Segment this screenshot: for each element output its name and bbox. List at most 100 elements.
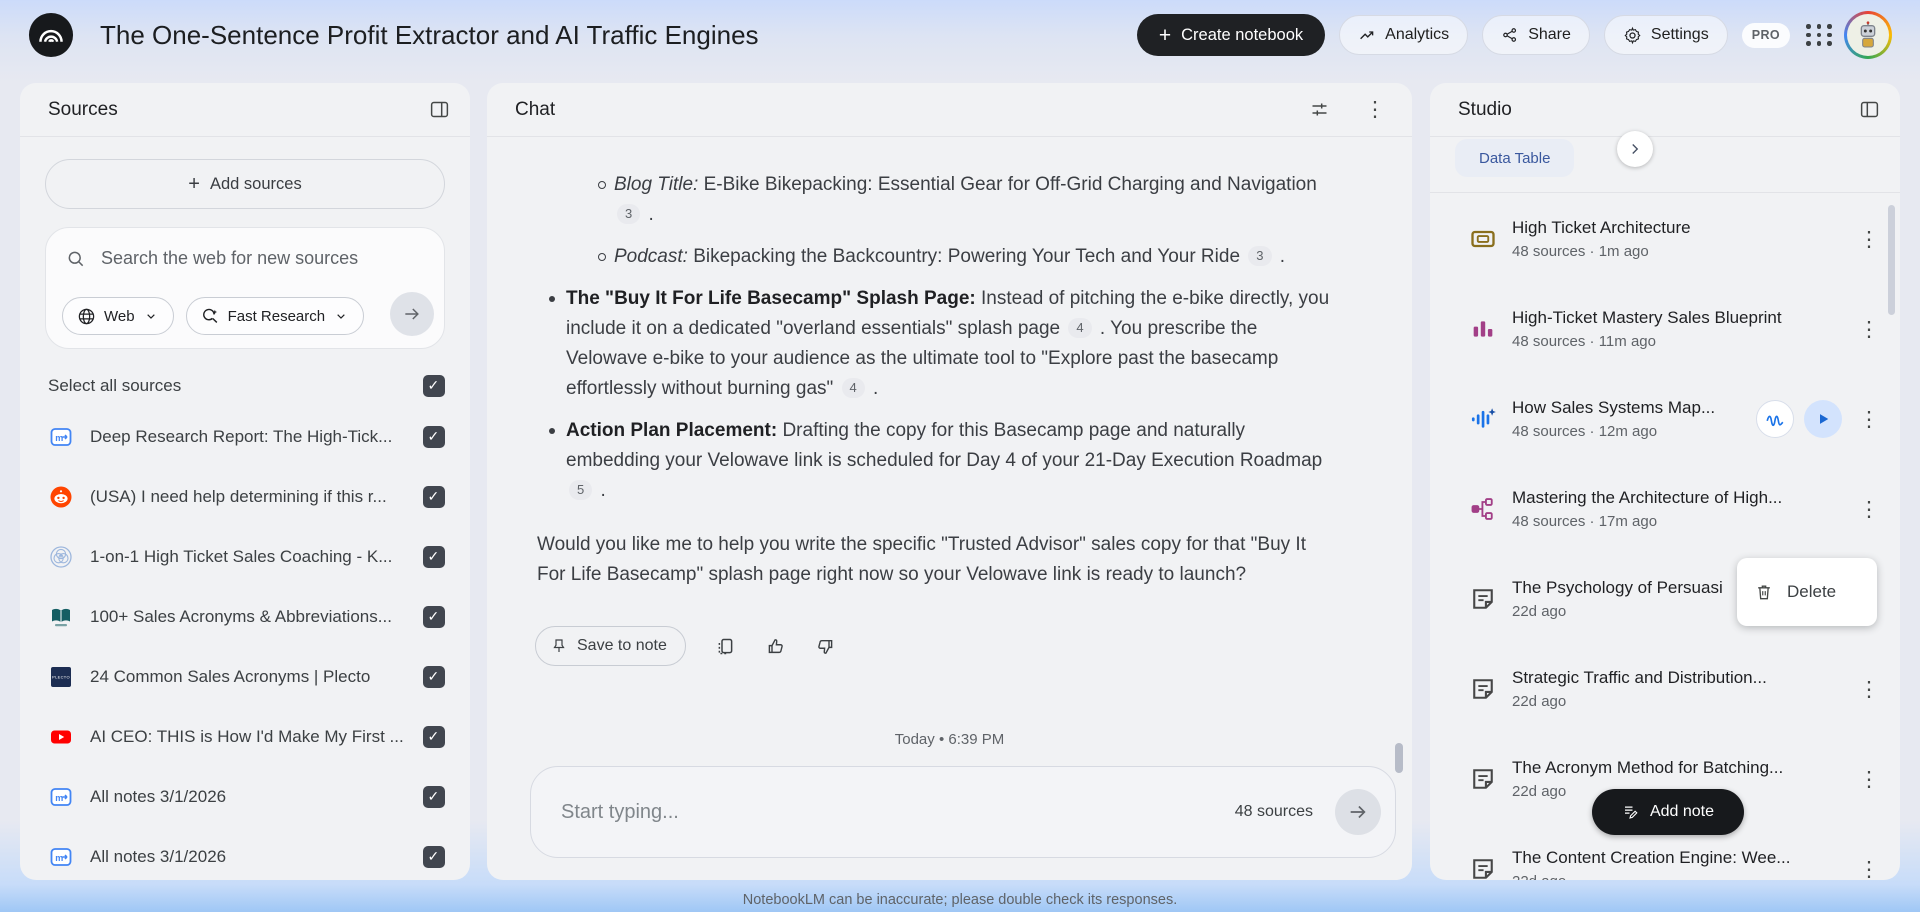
studio-item-text: High-Ticket Mastery Sales Blueprint 48 so… bbox=[1512, 308, 1782, 350]
delete-menu-item[interactable]: Delete bbox=[1737, 558, 1877, 626]
more-options-icon[interactable]: ⋮ bbox=[1852, 769, 1886, 790]
note-icon bbox=[1466, 672, 1500, 706]
source-checkbox[interactable] bbox=[423, 726, 445, 748]
message-text: E-Bike Bikepacking: Essential Gear for O… bbox=[698, 174, 1317, 195]
studio-item[interactable]: High-Ticket Mastery Sales Blueprint 48 so… bbox=[1430, 284, 1900, 374]
source-row[interactable]: AI CEO: THIS is How I'd Make My First ..… bbox=[20, 707, 470, 767]
citation-chip[interactable]: 3 bbox=[617, 204, 641, 224]
studio-item-meta: 22d ago bbox=[1512, 693, 1567, 710]
research-mode-dropdown[interactable]: Fast Research bbox=[185, 297, 365, 335]
studio-item-title: How Sales Systems Map... bbox=[1512, 398, 1716, 417]
chat-more-options-icon[interactable]: ⋮ bbox=[1358, 99, 1392, 120]
share-button[interactable]: Share bbox=[1482, 15, 1590, 55]
more-options-icon[interactable]: ⋮ bbox=[1852, 229, 1886, 250]
source-checkbox[interactable] bbox=[423, 786, 445, 808]
copy-icon[interactable] bbox=[715, 636, 736, 657]
studio-item-title: The Acronym Method for Batching... bbox=[1512, 758, 1784, 777]
thumbs-up-icon[interactable] bbox=[765, 636, 786, 657]
gdoc-icon: m bbox=[48, 424, 74, 450]
session-timestamp: Today • 6:39 PM bbox=[894, 731, 1005, 748]
add-note-button[interactable]: Add note bbox=[1592, 789, 1744, 835]
google-apps-grid-icon[interactable] bbox=[1804, 22, 1832, 48]
more-options-icon[interactable]: ⋮ bbox=[1852, 859, 1886, 880]
more-options-icon[interactable]: ⋮ bbox=[1852, 679, 1886, 700]
disclaimer: NotebookLM can be inaccurate; please dou… bbox=[742, 892, 1178, 908]
source-title: (USA) I need help determining if this r.… bbox=[90, 487, 387, 506]
source-checkbox[interactable] bbox=[423, 666, 445, 688]
plus-icon: + bbox=[1158, 23, 1172, 47]
share-icon bbox=[1501, 26, 1519, 44]
send-button[interactable] bbox=[1335, 789, 1381, 835]
bold-text: The "Buy It For Life Basecamp" Splash Pa… bbox=[566, 288, 976, 309]
studio-item[interactable]: How Sales Systems Map... 48 sources · 12m… bbox=[1430, 374, 1900, 464]
citation-chip[interactable]: 5 bbox=[569, 480, 593, 500]
add-sources-button[interactable]: + Add sources bbox=[45, 159, 445, 209]
more-options-icon[interactable]: ⋮ bbox=[1852, 409, 1886, 430]
play-audio-button[interactable] bbox=[1804, 400, 1842, 438]
audio-icon bbox=[1466, 402, 1500, 436]
chevron-right-icon bbox=[1626, 140, 1644, 158]
studio-item-meta: 48 sources · 1m ago bbox=[1512, 243, 1649, 260]
studio-item[interactable]: Strategic Traffic and Distribution... 22d… bbox=[1430, 644, 1900, 734]
source-row[interactable]: m Deep Research Report: The High-Tick... bbox=[20, 407, 470, 467]
source-checkbox[interactable] bbox=[423, 546, 445, 568]
bullet-marker bbox=[549, 428, 555, 434]
expand-studio-panel-icon[interactable] bbox=[1859, 99, 1880, 120]
source-row[interactable]: 100+ Sales Acronyms & Abbreviations... bbox=[20, 587, 470, 647]
source-list: m Deep Research Report: The High-Tick... (… bbox=[20, 407, 470, 880]
collapse-sources-panel-icon[interactable] bbox=[429, 99, 450, 120]
studio-item-text: High Ticket Architecture 48 sources · 1m … bbox=[1512, 218, 1691, 260]
studio-chip-row: Data Table bbox=[1430, 131, 1900, 193]
book-icon bbox=[48, 604, 74, 630]
thumbs-down-icon[interactable] bbox=[815, 636, 836, 657]
message-text: . bbox=[595, 480, 606, 501]
analytics-button[interactable]: Analytics bbox=[1339, 15, 1469, 55]
source-row[interactable]: 1-on-1 High Ticket Sales Coaching - K... bbox=[20, 527, 470, 587]
bullet-marker bbox=[598, 180, 606, 189]
studio-item[interactable]: Mastering the Architecture of High... 48 … bbox=[1430, 464, 1900, 554]
source-row[interactable]: PLECTO 24 Common Sales Acronyms | Plecto bbox=[20, 647, 470, 707]
data-table-chip[interactable]: Data Table bbox=[1455, 139, 1575, 177]
more-options-icon[interactable]: ⋮ bbox=[1852, 499, 1886, 520]
bullet-marker bbox=[598, 252, 606, 261]
chat-input[interactable] bbox=[561, 800, 1235, 824]
chat-scrollbar[interactable] bbox=[1395, 743, 1403, 773]
save-to-note-button[interactable]: Save to note bbox=[535, 626, 686, 666]
studio-scrollbar[interactable] bbox=[1888, 205, 1895, 315]
citation-chip[interactable]: 3 bbox=[1248, 246, 1272, 266]
create-notebook-button[interactable]: + Create notebook bbox=[1136, 14, 1326, 56]
source-row[interactable]: (USA) I need help determining if this r.… bbox=[20, 467, 470, 527]
source-title: 24 Common Sales Acronyms | Plecto bbox=[90, 667, 371, 686]
web-filter-dropdown[interactable]: Web bbox=[62, 297, 174, 335]
studio-item[interactable]: High Ticket Architecture 48 sources · 1m … bbox=[1430, 194, 1900, 284]
citation-chip[interactable]: 4 bbox=[1068, 318, 1092, 338]
source-row[interactable]: m All notes 3/1/2026 bbox=[20, 767, 470, 827]
select-all-checkbox[interactable] bbox=[423, 375, 445, 397]
source-checkbox[interactable] bbox=[423, 846, 445, 868]
avatar[interactable] bbox=[1844, 11, 1892, 59]
more-options-icon[interactable]: ⋮ bbox=[1852, 319, 1886, 340]
web-search-card: Web Fast Research bbox=[45, 227, 445, 349]
notebooklm-logo-icon[interactable] bbox=[28, 12, 74, 58]
italic-text: Podcast: bbox=[614, 246, 688, 267]
source-checkbox[interactable] bbox=[423, 426, 445, 448]
search-submit-button[interactable] bbox=[390, 292, 434, 336]
search-icon bbox=[66, 249, 86, 269]
chat-settings-tune-icon[interactable] bbox=[1309, 99, 1330, 120]
studio-item-meta: 22d ago bbox=[1512, 603, 1567, 620]
interactive-mode-button[interactable] bbox=[1756, 400, 1794, 438]
source-row[interactable]: m All notes 3/1/2026 bbox=[20, 827, 470, 880]
chip-scroll-right-button[interactable] bbox=[1617, 131, 1653, 167]
citation-chip[interactable]: 4 bbox=[841, 378, 865, 398]
report-icon bbox=[1466, 312, 1500, 346]
source-checkbox[interactable] bbox=[423, 606, 445, 628]
trending-up-icon bbox=[1358, 26, 1376, 44]
studio-panel: Studio Data Table High Ticket Architectu… bbox=[1430, 83, 1900, 880]
source-title: Deep Research Report: The High-Tick... bbox=[90, 427, 393, 446]
source-checkbox[interactable] bbox=[423, 486, 445, 508]
search-web-input[interactable] bbox=[101, 248, 426, 269]
studio-item-title: Mastering the Architecture of High... bbox=[1512, 488, 1783, 507]
settings-button[interactable]: Settings bbox=[1603, 15, 1728, 55]
chat-input-box: 48 sources bbox=[530, 766, 1396, 858]
message-block: Would you like me to help you write the … bbox=[537, 530, 1337, 590]
